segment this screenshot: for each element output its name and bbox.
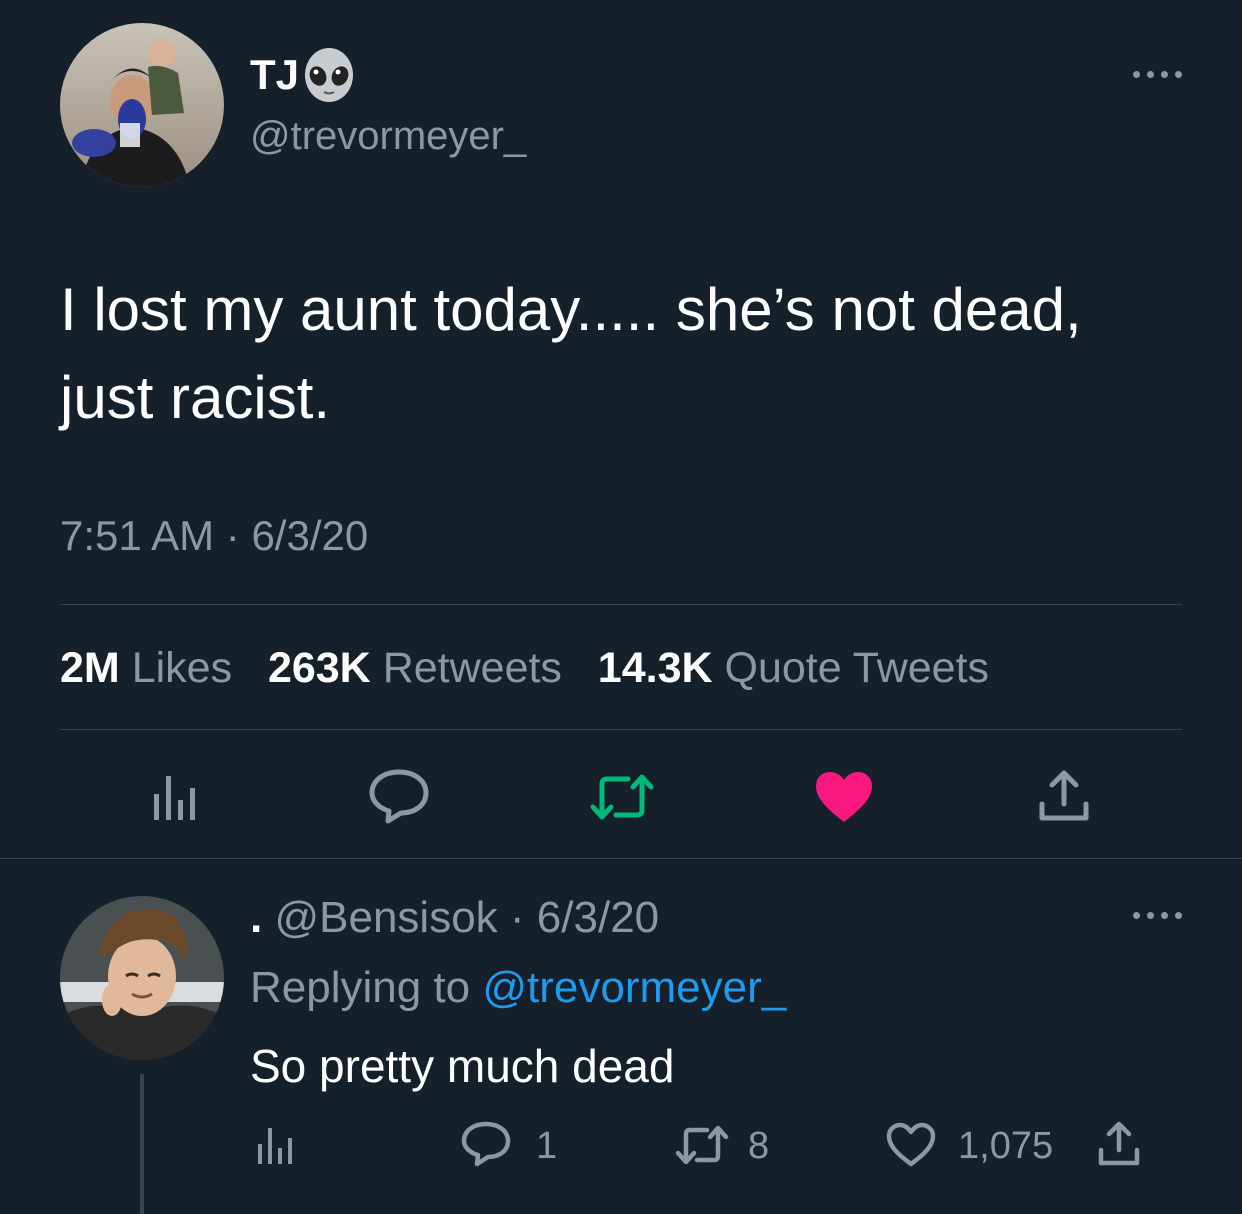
reply-retweet-icon[interactable]: [674, 1124, 730, 1166]
retweets-stat[interactable]: 263K Retweets: [268, 644, 574, 692]
reply-share-icon[interactable]: [1096, 1120, 1142, 1168]
author-handle[interactable]: @trevormeyer_: [250, 112, 526, 160]
reply-comment-count: 1: [536, 1125, 558, 1167]
analytics-icon[interactable]: [150, 770, 202, 822]
engagement-stats: 2M Likes 263K Retweets 14.3K Quote Tweet…: [60, 642, 989, 694]
tweet-time: 7:51 AM: [60, 512, 215, 559]
reply-like-icon[interactable]: [886, 1122, 936, 1168]
reply-text: So pretty much dead: [250, 1040, 675, 1092]
quotes-count: 14.3K: [597, 644, 713, 692]
likes-stat[interactable]: 2M Likes: [60, 644, 244, 692]
reply-icon[interactable]: [368, 768, 430, 826]
divider: [60, 729, 1182, 730]
alien-emoji: [302, 48, 356, 104]
reply-retweet-count: 8: [748, 1125, 770, 1167]
retweets-label: Retweets: [382, 644, 562, 692]
reply-comment-icon[interactable]: [460, 1120, 512, 1168]
tweet-date: 6/3/20: [251, 512, 369, 559]
reply-more-options-icon[interactable]: [1133, 912, 1182, 919]
tweet-text: I lost my aunt today..... she’s not dead…: [60, 276, 1082, 431]
retweet-icon[interactable]: [588, 772, 656, 822]
replying-to: Replying to @trevormeyer_: [250, 962, 786, 1014]
likes-label: Likes: [131, 644, 233, 692]
more-options-icon[interactable]: [1133, 71, 1182, 78]
reply-analytics-icon[interactable]: [256, 1124, 298, 1166]
author-name[interactable]: TJ: [250, 50, 299, 100]
reply-handle[interactable]: @Bensisok: [274, 893, 497, 942]
replying-to-handle[interactable]: @trevormeyer_: [482, 963, 786, 1012]
timestamp-separator: ·: [225, 512, 240, 559]
divider: [0, 858, 1242, 859]
replying-prefix: Replying to: [250, 963, 471, 1012]
quotes-label: Quote Tweets: [724, 644, 990, 692]
reply-header: . @Bensisok · 6/3/20: [250, 892, 659, 944]
reply-author-avatar[interactable]: [60, 896, 224, 1060]
display-name: TJ: [250, 51, 300, 98]
reply-date[interactable]: 6/3/20: [537, 893, 659, 942]
author-avatar[interactable]: [60, 23, 224, 187]
retweets-count: 263K: [267, 644, 371, 692]
reply-like-count: 1,075: [958, 1125, 1054, 1167]
likes-count: 2M: [60, 644, 120, 692]
divider: [60, 604, 1182, 605]
tweet-timestamp[interactable]: 7:51 AM · 6/3/20: [60, 510, 368, 562]
share-icon[interactable]: [1036, 768, 1092, 824]
thread-line: [140, 1074, 144, 1214]
quotes-stat[interactable]: 14.3K Quote Tweets: [598, 644, 989, 692]
reply-display-name[interactable]: .: [250, 893, 262, 942]
reply-separator: ·: [509, 893, 525, 942]
like-icon-filled[interactable]: [814, 770, 874, 824]
